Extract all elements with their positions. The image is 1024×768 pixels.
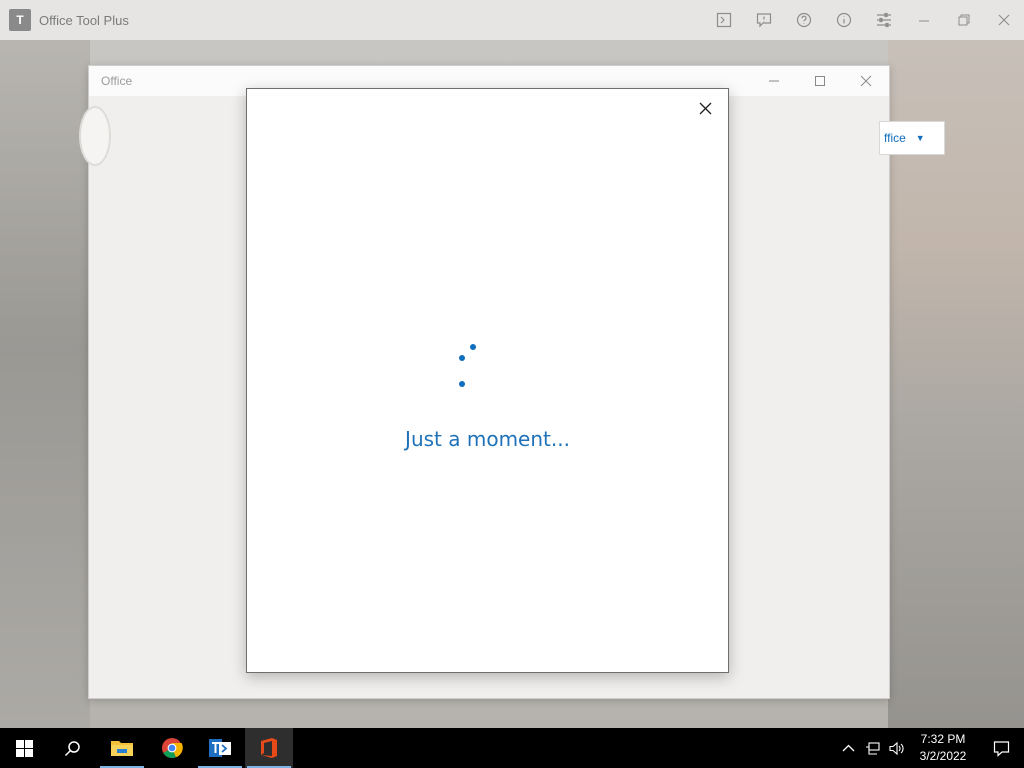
start-button[interactable] xyxy=(0,728,48,768)
close-icon xyxy=(998,14,1010,26)
tray-overflow-button[interactable] xyxy=(836,728,860,768)
office-tool-plus-logo-icon: T xyxy=(9,9,31,31)
clock-date: 3/2/2022 xyxy=(919,749,967,763)
spinner-dot xyxy=(459,355,465,361)
network-icon xyxy=(865,741,880,755)
app-minimize-button[interactable] xyxy=(904,0,944,40)
start-icon xyxy=(15,739,33,757)
chrome-icon xyxy=(162,738,183,759)
notification-icon xyxy=(993,740,1009,757)
app-close-button[interactable] xyxy=(984,0,1024,40)
background-scenery-left xyxy=(0,40,90,728)
close-icon xyxy=(860,75,872,87)
settings-sliders-icon xyxy=(877,12,891,28)
network-button[interactable] xyxy=(860,728,884,768)
volume-button[interactable] xyxy=(884,728,908,768)
app-restore-button[interactable] xyxy=(944,0,984,40)
office-dropdown-label: ffice xyxy=(884,131,906,145)
search-icon xyxy=(64,740,80,756)
app-toolbar xyxy=(704,0,1024,40)
restore-icon xyxy=(958,14,970,26)
feedback-button[interactable] xyxy=(744,0,784,40)
search-button[interactable] xyxy=(48,728,96,768)
close-icon xyxy=(699,102,711,114)
help-button[interactable] xyxy=(784,0,824,40)
spinner-dot xyxy=(470,344,476,350)
feedback-icon xyxy=(756,13,772,28)
system-tray: 7:32 PM 3/2/2022 xyxy=(836,728,1024,768)
dialog-close-button[interactable] xyxy=(694,97,716,119)
office-tool-plus-icon xyxy=(209,739,231,757)
taskbar-office-tool-plus[interactable] xyxy=(196,728,244,768)
taskbar: 7:32 PM 3/2/2022 xyxy=(0,728,1024,768)
office-dropdown[interactable]: ffice ▼ xyxy=(879,121,945,155)
taskbar-office[interactable] xyxy=(245,728,293,768)
info-icon xyxy=(836,12,852,28)
loading-spinner xyxy=(447,339,487,389)
action-center-button[interactable] xyxy=(978,728,1024,768)
help-icon xyxy=(796,12,812,28)
sign-in-dialog: Just a moment... xyxy=(246,88,729,673)
minimize-icon xyxy=(919,20,929,22)
app-title: Office Tool Plus xyxy=(39,12,129,28)
file-explorer-icon xyxy=(111,741,133,756)
maximize-icon xyxy=(815,76,825,86)
taskbar-clock[interactable]: 7:32 PM 3/2/2022 xyxy=(908,731,978,765)
office-window-title: Office xyxy=(101,74,133,88)
office-maximize-button[interactable] xyxy=(797,66,843,96)
office-icon xyxy=(261,738,277,758)
clock-time: 7:32 PM xyxy=(920,732,966,746)
volume-icon xyxy=(888,741,903,755)
info-button[interactable] xyxy=(824,0,864,40)
spinner-dot xyxy=(459,381,465,387)
terminal-button[interactable] xyxy=(704,0,744,40)
settings-button[interactable] xyxy=(864,0,904,40)
minimize-icon xyxy=(769,80,779,82)
office-minimize-button[interactable] xyxy=(751,66,797,96)
taskbar-file-explorer[interactable] xyxy=(98,728,146,768)
office-close-button[interactable] xyxy=(843,66,889,96)
taskbar-chrome[interactable] xyxy=(148,728,196,768)
loading-message: Just a moment... xyxy=(405,427,570,451)
chevron-up-icon xyxy=(842,744,854,751)
app-titlebar: T Office Tool Plus xyxy=(0,0,1024,40)
terminal-icon xyxy=(716,12,732,28)
caret-down-icon: ▼ xyxy=(915,133,925,143)
account-avatar[interactable] xyxy=(79,106,111,166)
